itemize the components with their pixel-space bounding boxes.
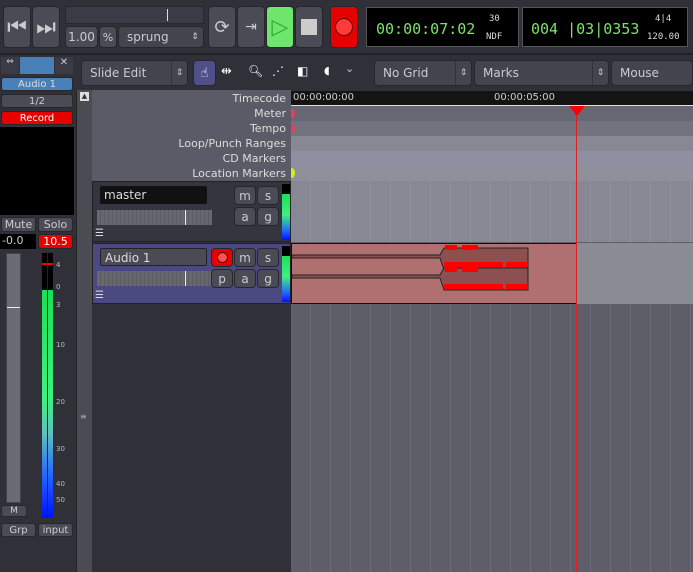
strip-name-area (20, 57, 54, 74)
record-icon (335, 18, 353, 36)
gain-display[interactable]: -0.0 (0, 234, 36, 249)
group-button[interactable]: g (257, 269, 279, 288)
location-marker[interactable] (291, 168, 295, 178)
input-button-bottom[interactable]: input (38, 523, 73, 537)
strip-processor-box[interactable] (0, 127, 74, 215)
audition-tool-icon[interactable]: ◖ (324, 64, 330, 77)
track-fader[interactable] (97, 210, 212, 225)
playhead[interactable] (576, 106, 577, 572)
group-button[interactable]: g (257, 207, 279, 226)
track-name-field[interactable]: Audio 1 (100, 248, 207, 266)
goto-end-button[interactable]: ⏭ (32, 6, 60, 48)
track-meter (282, 184, 290, 240)
audio-track-header[interactable]: Audio 1 m s p a g ☰ (92, 243, 291, 304)
play-selection-button[interactable]: ⇥ (237, 6, 265, 48)
stop-icon (301, 19, 317, 35)
zoom-tool-icon[interactable]: 🔍︎ (248, 64, 263, 78)
goto-start-button[interactable]: ⏮ (3, 6, 31, 48)
strip-name-button[interactable]: Audio 1 (1, 77, 73, 91)
snap-select[interactable]: Marks ⇕ (474, 60, 609, 86)
master-track-lane[interactable] (291, 181, 693, 242)
track-menu-icon[interactable]: ☰ (95, 228, 104, 239)
secondary-clock[interactable]: 004 |03|0353 4|4 120.00 (522, 7, 688, 47)
record-button[interactable] (330, 6, 358, 48)
location-markers-ruler[interactable] (291, 166, 693, 181)
shuttle-mode-select[interactable]: sprung ⇕ (118, 26, 204, 48)
level-meter (42, 253, 53, 518)
track-menu-icon[interactable]: ☰ (95, 290, 104, 301)
group-button[interactable]: Grp (1, 523, 36, 537)
mute-button[interactable]: m (234, 186, 256, 205)
master-track-header[interactable]: master m s a g ☰ (92, 181, 291, 242)
gain-fader[interactable] (6, 253, 21, 503)
region-waveform (292, 245, 529, 291)
window-divider (0, 53, 693, 55)
grid-select[interactable]: No Grid ⇕ (374, 60, 472, 86)
range-tool-icon[interactable]: ⇹ (221, 64, 232, 79)
track-meter (282, 246, 290, 302)
mute-button[interactable]: Mute (1, 217, 36, 232)
automation-button[interactable]: a (234, 207, 256, 226)
playhead-marker[interactable] (569, 106, 585, 116)
shuttle-bar[interactable] (65, 6, 204, 24)
stop-button[interactable] (295, 6, 323, 48)
playlist-button[interactable]: p (211, 269, 233, 288)
input-button[interactable]: 1/2 (1, 94, 73, 108)
grab-tool-button[interactable]: ☝ (193, 60, 216, 86)
record-icon (216, 252, 228, 263)
track-record-button[interactable] (211, 248, 233, 267)
solo-button[interactable]: s (257, 248, 279, 267)
track-name-field[interactable]: master (100, 186, 207, 204)
primary-clock[interactable]: 00:00:07:02 30 NDF (366, 7, 519, 47)
audio-region[interactable] (291, 243, 577, 304)
chevron-down-icon[interactable]: ⌄ (345, 62, 354, 75)
shuttle-speed[interactable]: 1.00 (65, 26, 98, 48)
loop-button[interactable]: ⟳ (208, 6, 236, 48)
meter-point-button[interactable]: M (1, 505, 27, 517)
track-fader[interactable] (97, 271, 212, 286)
tempo-ruler[interactable] (291, 121, 693, 136)
strip-close-button[interactable]: ✕ (55, 57, 73, 74)
loop-punch-ruler[interactable] (291, 136, 693, 151)
strip-width-button[interactable]: ⇔ (1, 57, 19, 74)
solo-button[interactable]: Solo (38, 217, 73, 232)
mute-button[interactable]: m (234, 248, 256, 267)
timecode-ruler[interactable]: 00:00:00:00 00:00:05:00 (291, 91, 693, 106)
peak-display[interactable]: 10.5 (38, 234, 73, 249)
cd-markers-ruler[interactable] (291, 151, 693, 166)
tempo-marker[interactable] (291, 124, 295, 133)
record-arm-button[interactable]: Record (1, 111, 73, 125)
solo-button[interactable]: s (257, 186, 279, 205)
meter-marker[interactable] (291, 109, 295, 118)
pane-divider[interactable]: ▲ ≡ (76, 90, 92, 572)
edit-point-select[interactable]: Mouse (611, 60, 693, 86)
draw-tool-icon[interactable]: ⋰ (272, 64, 284, 78)
automation-button[interactable]: a (234, 269, 256, 288)
play-button[interactable]: ▷ (266, 6, 294, 48)
stretch-tool-icon[interactable]: ◧ (297, 64, 308, 78)
edit-mode-select[interactable]: Slide Edit ⇕ (81, 60, 188, 86)
meter-ruler[interactable] (291, 106, 693, 121)
shuttle-unit[interactable]: % (99, 26, 117, 48)
